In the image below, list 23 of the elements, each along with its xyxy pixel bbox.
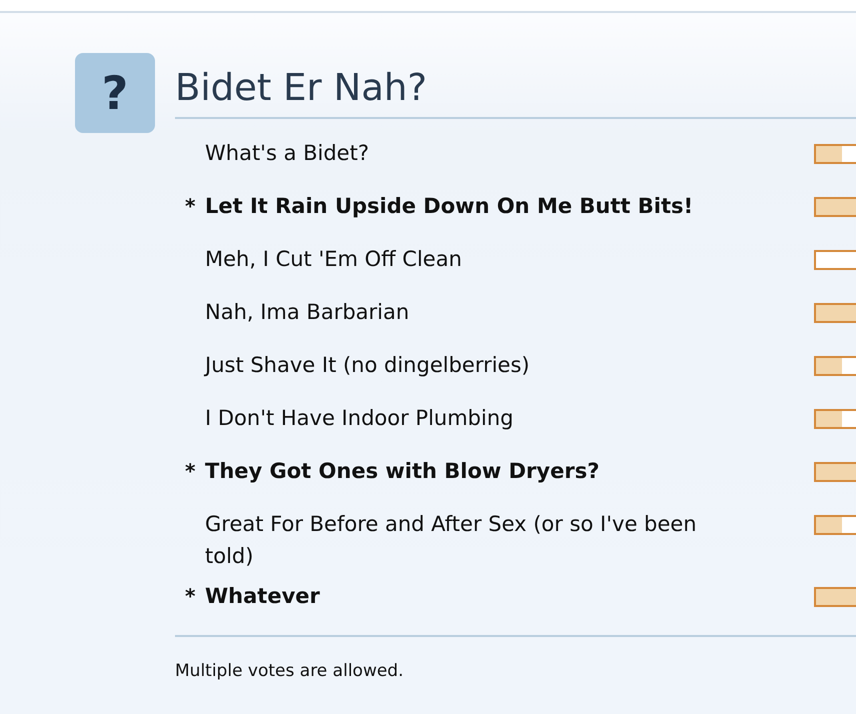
option-label: What's a Bidet? [205, 140, 370, 167]
question-icon: ? [75, 53, 155, 133]
result-bar [814, 409, 856, 429]
vote-marker: * [184, 193, 196, 218]
option-label: Whatever [205, 583, 321, 610]
option-label: Just Shave It (no dingelberries) [205, 352, 531, 379]
result-bar [814, 515, 856, 535]
result-bar [814, 197, 856, 217]
option-label: Great For Before and After Sex (or so I've been told) [205, 511, 698, 570]
result-bar [814, 462, 856, 482]
poll-title: Bidet Er Nah? [175, 53, 856, 119]
vote-marker: * [184, 458, 196, 483]
result-bar [814, 303, 856, 323]
result-bar [814, 144, 856, 164]
option-label: They Got Ones with Blow Dryers? [205, 458, 600, 485]
result-bar [814, 356, 856, 376]
option-label: I Don't Have Indoor Plumbing [205, 405, 514, 432]
result-bar [814, 587, 856, 607]
option-label: Meh, I Cut 'Em Off Clean [205, 246, 463, 273]
option-label: Nah, Ima Barbarian [205, 299, 410, 326]
vote-marker: * [184, 583, 196, 608]
option-label: Let It Rain Upside Down On Me Butt Bits! [205, 193, 694, 220]
footnote: Multiple votes are allowed. [175, 635, 856, 681]
